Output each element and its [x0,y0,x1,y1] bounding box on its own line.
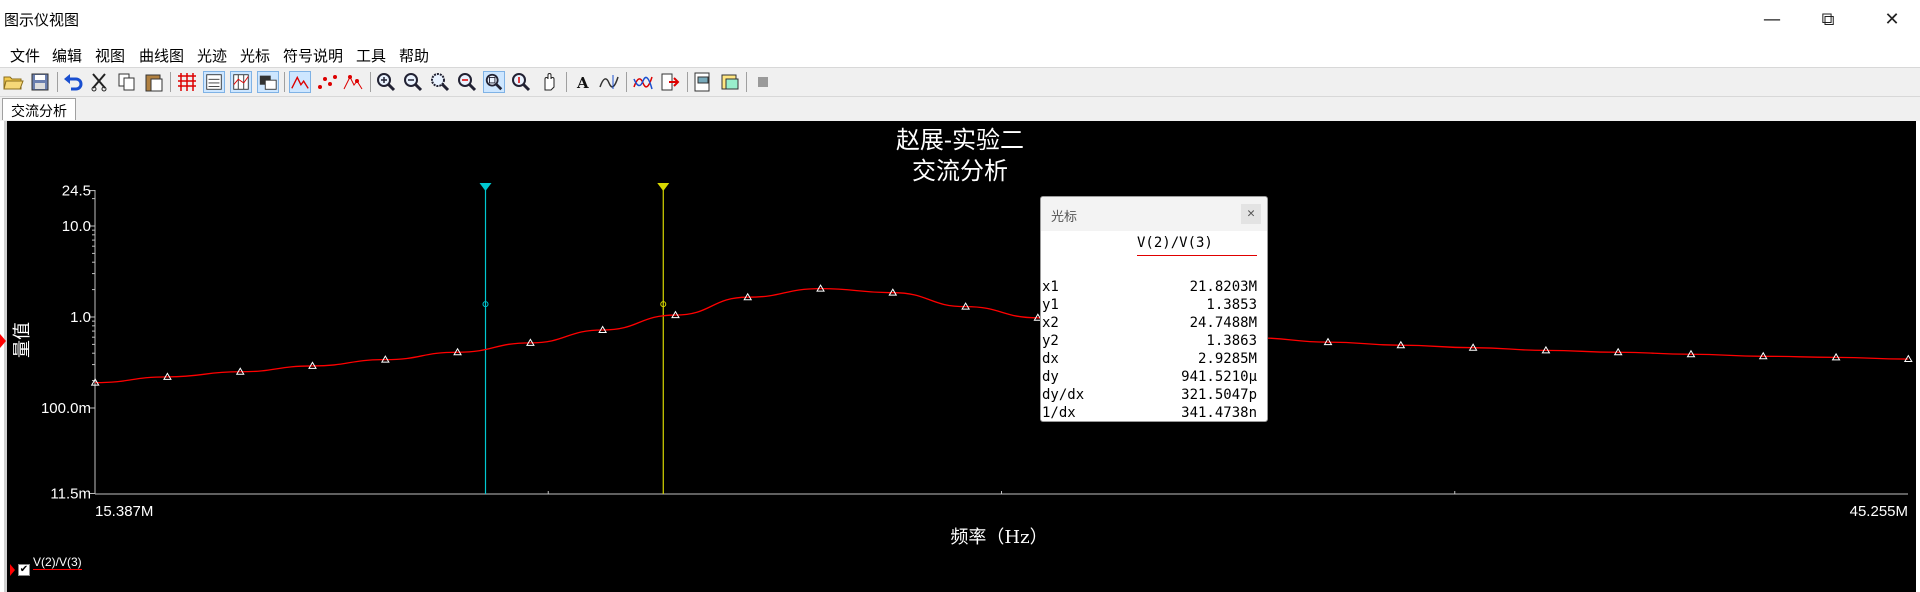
plot-title-line1: 赵展-实验二 [896,126,1024,154]
cursor-row-dy-dx: dy/dx 321.5047p [1041,387,1267,405]
cursor-row-label: x2 [1042,315,1059,331]
y-tick-label: 24.5 [62,183,91,200]
legend-checkbox[interactable]: ✔ [18,564,30,576]
cursor-row-value: 1.3863 [1206,333,1257,349]
legend-marker-triangle [0,334,6,348]
cursor-row-label: x1 [1042,279,1059,295]
cursor-panel[interactable]: 光标 ✕ V(2)/V(3) x1 21.8203M y1 1.3853 x2 24.74… [1040,196,1268,422]
cursor-lines[interactable] [479,183,670,494]
cursor-row-dx: dx 2.9285M [1041,351,1267,369]
y-tick-label: 1.0 [70,309,91,326]
cursor-row-value: 21.8203M [1189,279,1257,295]
cursor-row-y2: y2 1.3863 [1041,333,1267,351]
chart: 24.5 10.0 1.0 100.0m 11.5m 赵展-实验二 交流分析 量值 频率… [0,126,1913,576]
cursor-row-value: 1.3853 [1206,297,1257,313]
cursor-row-label: dy [1042,369,1059,385]
cursor-row-value: 341.4738n [1181,405,1257,421]
cursor-row-value: 941.5210μ [1181,369,1257,385]
y-tick-label: 11.5m [50,485,91,502]
y-axis-label: 量值 [12,322,33,358]
cursor-2-handle [657,183,670,191]
cursor-row-dy: dy 941.5210μ [1041,369,1267,387]
x-start-label: 15.387M [95,503,153,520]
legend-side-marker [10,564,15,576]
close-icon[interactable]: ✕ [1241,204,1261,224]
cursor-row-y1: y1 1.3853 [1041,297,1267,315]
cursor-row-value: 24.7488M [1189,315,1257,331]
cursor-panel-header[interactable]: 光标 ✕ [1041,197,1267,231]
cursor-row-value: 321.5047p [1181,387,1257,403]
cursor-row-label: y2 [1042,333,1059,349]
column-underline [1137,255,1257,256]
cursor-row-1-dx: 1/dx 341.4738n [1041,405,1267,423]
x-end-label: 45.255M [1850,503,1908,520]
cursor-row-value: 2.9285M [1197,351,1257,367]
y-tick-label: 10.0 [62,218,91,235]
axes [94,190,1908,495]
cursor-row-label: 1/dx [1042,405,1076,421]
cursor-panel-column-header: V(2)/V(3) [1137,235,1213,251]
cursor-row-label: y1 [1042,297,1059,313]
y-tick-label: 100.0m [41,400,91,417]
cursor-row-x2: x2 24.7488M [1041,315,1267,333]
cursor-1-handle [479,183,492,191]
legend-label: V(2)/V(3) [33,555,82,570]
plot-title-line2: 交流分析 [912,157,1008,185]
trace-v2-v3 [90,284,1913,386]
y-ticks: 24.5 10.0 1.0 100.0m 11.5m [41,183,95,502]
trace-line [95,287,1909,384]
x-axis-label: 频率（Hz） [950,527,1047,548]
cursor-panel-title: 光标 [1051,210,1078,225]
cursor-row-x1: x1 21.8203M [1041,279,1267,297]
cursor-row-label: dx [1042,351,1059,367]
cursor-row-label: dy/dx [1042,387,1085,403]
